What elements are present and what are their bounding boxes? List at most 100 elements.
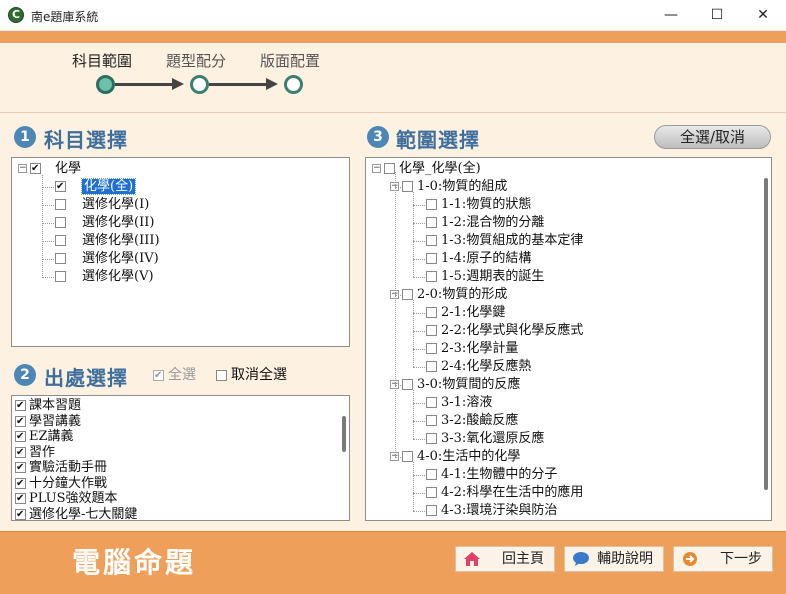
subject-tree-root[interactable]: −化學 xyxy=(18,160,81,178)
range-section[interactable]: 1-3:物質組成的基本定律 xyxy=(426,232,583,250)
range-section[interactable]: 4-2:科學在生活中的應用 xyxy=(426,484,583,502)
source-item-checkbox[interactable] xyxy=(15,446,26,458)
range-section[interactable]: 3-1:溶液 xyxy=(426,394,492,412)
range-section-checkbox[interactable] xyxy=(426,271,437,282)
range-chapter-checkbox[interactable] xyxy=(402,289,413,300)
source-item-checkbox[interactable] xyxy=(15,508,26,520)
range-chapter[interactable]: −1-0:物質的組成 xyxy=(390,178,507,196)
range-chapter[interactable]: −2-0:物質的形成 xyxy=(390,286,507,304)
collapse-icon[interactable]: − xyxy=(18,164,27,173)
range-section-checkbox[interactable] xyxy=(426,253,437,264)
subject-item-checkbox[interactable] xyxy=(55,217,66,228)
collapse-icon[interactable]: − xyxy=(372,164,381,173)
range-section-checkbox[interactable] xyxy=(426,505,437,516)
subject-item[interactable]: 選修化學(I) xyxy=(55,196,149,214)
range-section-checkbox[interactable] xyxy=(426,397,437,408)
range-section[interactable]: 2-2:化學式與化學反應式 xyxy=(426,322,583,340)
range-root-checkbox[interactable] xyxy=(384,163,395,174)
range-section[interactable]: 2-3:化學計量 xyxy=(426,340,518,358)
range-section-checkbox[interactable] xyxy=(426,325,437,336)
range-section-checkbox[interactable] xyxy=(426,217,437,228)
subject-item[interactable]: 化學(全) xyxy=(55,178,137,196)
source-item-checkbox[interactable] xyxy=(15,477,26,489)
range-section-label: 1-2:混合物的分離 xyxy=(441,215,545,230)
maximize-button[interactable]: ☐ xyxy=(694,0,740,31)
subject-item-checkbox[interactable] xyxy=(55,235,66,246)
source-item-checkbox[interactable] xyxy=(15,415,26,427)
subject-item-checkbox[interactable] xyxy=(55,199,66,210)
source-item[interactable]: PLUS強效題本 xyxy=(15,491,118,507)
range-section-label: 3-3:氧化還原反應 xyxy=(441,431,545,446)
range-section-checkbox[interactable] xyxy=(426,199,437,210)
range-chapter[interactable]: −4-0:生活中的化學 xyxy=(390,448,520,466)
range-section-checkbox[interactable] xyxy=(426,361,437,372)
close-button[interactable]: ✕ xyxy=(740,0,786,31)
next-button[interactable]: 下一步 xyxy=(673,546,773,572)
range-section[interactable]: 1-2:混合物的分離 xyxy=(426,214,544,232)
subject-tree[interactable]: −化學 化學(全) 選修化學(I) 選修化學(II) 選修化學(III) 選修化學(IV… xyxy=(11,157,350,347)
subject-item[interactable]: 選修化學(II) xyxy=(55,214,154,232)
range-section[interactable]: 2-1:化學鍵 xyxy=(426,304,505,322)
range-section-label: 4-1:生物體中的分子 xyxy=(441,467,558,482)
source-list[interactable]: 課本習題學習講義EZ講義習作實驗活動手冊十分鐘大作戰PLUS強效題本選修化學-七… xyxy=(11,395,350,521)
subject-item-checkbox[interactable] xyxy=(55,271,66,282)
subject-item-checkbox[interactable] xyxy=(55,181,66,192)
source-item[interactable]: 十分鐘大作戰 xyxy=(15,476,107,492)
range-section-checkbox[interactable] xyxy=(426,487,437,498)
range-section-checkbox[interactable] xyxy=(426,469,437,480)
range-section[interactable]: 4-3:環境汙染與防治 xyxy=(426,502,557,520)
source-item-checkbox[interactable] xyxy=(15,462,26,473)
range-section-label: 2-4:化學反應熱 xyxy=(441,359,532,374)
source-item-label: PLUS強效題本 xyxy=(29,491,118,506)
range-section-label: 1-3:物質組成的基本定律 xyxy=(441,233,584,248)
minimize-button[interactable]: — xyxy=(648,0,694,31)
source-scrollbar[interactable] xyxy=(342,416,346,452)
root-checkbox[interactable] xyxy=(30,163,41,174)
source-item-checkbox[interactable] xyxy=(15,493,26,504)
range-section[interactable]: 2-4:化學反應熱 xyxy=(426,358,531,376)
subject-item[interactable]: 選修化學(V) xyxy=(55,268,154,286)
subject-item[interactable]: 選修化學(IV) xyxy=(55,250,159,268)
range-chapter[interactable]: −3-0:物質間的反應 xyxy=(390,376,520,394)
range-tree-root[interactable]: − 化學_化學(全) xyxy=(372,160,481,178)
source-item[interactable]: 習作 xyxy=(15,445,55,461)
subject-item-label: 選修化學(V) xyxy=(82,269,154,284)
range-section[interactable]: 4-1:生物體中的分子 xyxy=(426,466,557,484)
subject-item[interactable]: 選修化學(III) xyxy=(55,232,160,250)
source-item[interactable]: EZ講義 xyxy=(15,429,74,445)
range-chapter-label: 4-0:生活中的化學 xyxy=(417,449,521,464)
help-button[interactable]: 輔助說明 xyxy=(564,546,664,572)
range-section[interactable]: 3-2:酸鹼反應 xyxy=(426,412,518,430)
source-item-checkbox[interactable] xyxy=(15,431,26,442)
source-item[interactable]: 課本習題 xyxy=(15,398,81,414)
range-section-checkbox[interactable] xyxy=(426,343,437,354)
range-tree[interactable]: − 化學_化學(全) −1-0:物質的組成 1-1:物質的狀態 1-2:混合物的分離 1-… xyxy=(365,157,772,521)
range-section-label: 2-3:化學計量 xyxy=(441,341,519,356)
range-chapter-checkbox[interactable] xyxy=(402,379,413,390)
range-section-checkbox[interactable] xyxy=(426,235,437,246)
range-section-label: 4-3:環境汙染與防治 xyxy=(441,503,558,518)
select-all-checkbox[interactable]: 全選 xyxy=(153,367,196,383)
range-section[interactable]: 3-3:氧化還原反應 xyxy=(426,430,544,448)
section-number-2: 2 xyxy=(14,364,36,386)
range-section[interactable]: 1-4:原子的結構 xyxy=(426,250,531,268)
source-item[interactable]: 實驗活動手冊 xyxy=(15,460,107,476)
range-section[interactable]: 1-1:物質的狀態 xyxy=(426,196,531,214)
range-section-checkbox[interactable] xyxy=(426,433,437,444)
source-item[interactable]: 學習講義 xyxy=(15,414,81,430)
range-chapter-checkbox[interactable] xyxy=(402,181,413,192)
home-icon xyxy=(464,552,480,566)
source-item-checkbox[interactable] xyxy=(15,400,26,411)
toggle-all-button[interactable]: 全選/取消 xyxy=(654,125,771,149)
range-section-checkbox[interactable] xyxy=(426,307,437,318)
deselect-all-checkbox[interactable]: 取消全選 xyxy=(216,367,287,383)
range-scrollbar[interactable] xyxy=(764,178,768,490)
range-section[interactable]: 1-5:週期表的誕生 xyxy=(426,268,544,286)
range-chapter-checkbox[interactable] xyxy=(402,451,413,462)
subject-item-checkbox[interactable] xyxy=(55,253,66,264)
home-button[interactable]: 回主頁 xyxy=(455,546,555,572)
step-dot-3 xyxy=(284,75,303,94)
source-item[interactable]: 選修化學-七大關鍵 xyxy=(15,507,137,520)
range-section-checkbox[interactable] xyxy=(426,415,437,426)
subject-item-label: 選修化學(I) xyxy=(82,197,150,212)
